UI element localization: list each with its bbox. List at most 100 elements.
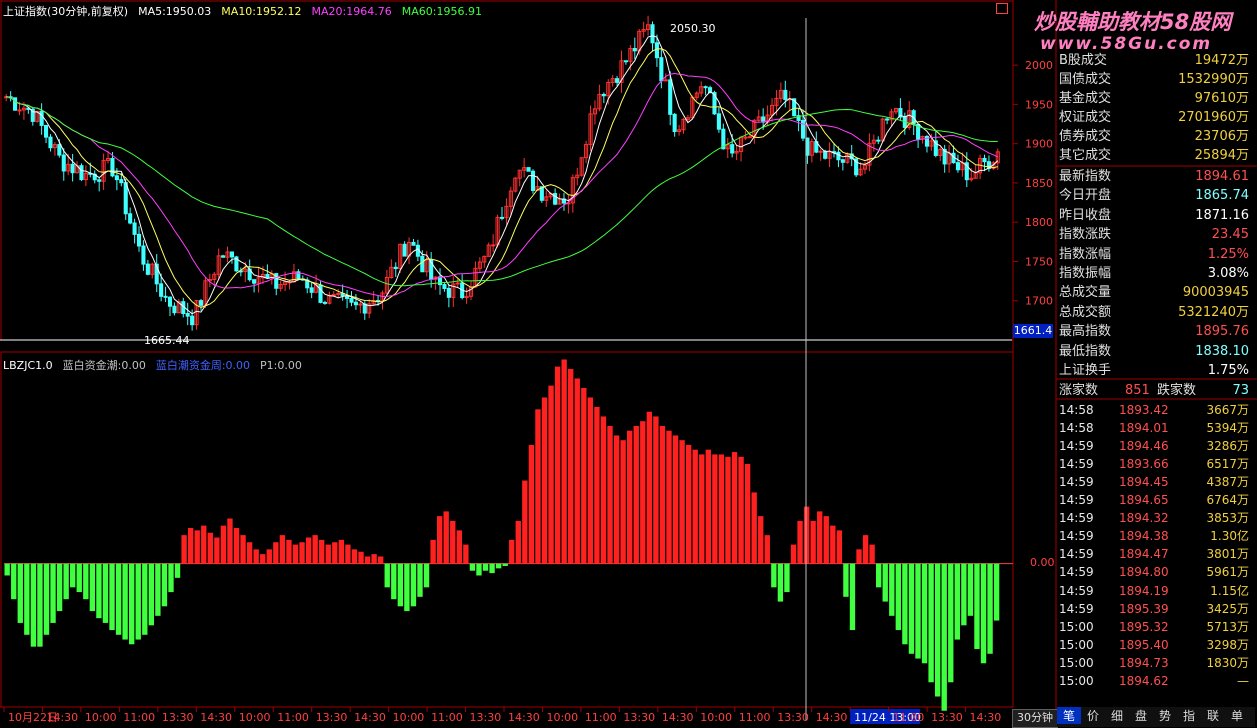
inflow-bar	[345, 544, 351, 564]
tick-volume: 5713万	[1206, 619, 1249, 634]
index-stat-row: 最低指数 1838.10	[1057, 342, 1255, 361]
tick-volume: 6517万	[1206, 457, 1249, 472]
tick-price: 1894.01	[1119, 421, 1169, 436]
tick-time: 14:59	[1059, 583, 1094, 598]
outflow-bar	[83, 563, 89, 600]
inflow-bar	[436, 516, 443, 564]
tick-price: 1894.73	[1119, 655, 1169, 670]
inflow-bar	[738, 456, 744, 564]
outflow-bar	[954, 563, 960, 640]
inflow-bar	[764, 535, 770, 564]
candle-body	[114, 175, 119, 181]
bottom-tab[interactable]: 价	[1081, 707, 1105, 724]
index-stat-value: 1838.10	[1195, 343, 1249, 359]
inflow-bar	[260, 554, 266, 564]
inflow-bar	[273, 542, 279, 564]
index-stat-label: 总成交量	[1059, 285, 1112, 301]
index-stat-row: 今日开盘 1865.74	[1057, 186, 1255, 205]
outflow-bar	[56, 563, 63, 612]
outflow-bar	[771, 563, 777, 588]
tick-volume: 3425万	[1206, 601, 1249, 616]
bottom-tab[interactable]: 笔	[1057, 707, 1081, 724]
tick-time: 14:59	[1059, 511, 1094, 526]
volume-row: B股成交 19472万	[1057, 51, 1255, 70]
candle-body	[221, 255, 226, 258]
inflow-bar	[587, 397, 594, 564]
inflow-bar	[522, 480, 528, 564]
outflow-bar	[921, 563, 928, 664]
inflow-bar	[292, 544, 299, 564]
tick-row: 15:00 1895.40 3298万	[1057, 636, 1255, 654]
outflow-bar	[941, 563, 947, 711]
bottom-tab[interactable]: 细	[1105, 707, 1129, 724]
outflow-bar	[915, 563, 921, 659]
tick-volume: 3853万	[1206, 511, 1249, 526]
volume-row-value: 97610万	[1194, 91, 1249, 106]
outflow-bar	[50, 563, 56, 623]
tick-row: 14:58 1893.42 3667万	[1057, 401, 1255, 419]
inflow-bar	[528, 444, 535, 564]
candle-body	[663, 79, 668, 82]
candle-body	[730, 144, 735, 154]
bottom-tab[interactable]: 联	[1201, 707, 1225, 724]
blue-wave-label: 蓝白潮资金周:0.00	[155, 359, 251, 372]
outflow-bar	[76, 563, 82, 593]
candle-body	[79, 165, 84, 181]
bottom-tab[interactable]: 盘	[1129, 707, 1153, 724]
outflow-bar	[384, 563, 390, 588]
index-stat-row: 总成交额 5321240万	[1057, 303, 1255, 322]
inflow-bar	[207, 532, 213, 564]
window-icon[interactable]	[996, 3, 1008, 14]
index-stat-row: 指数涨幅 1.25%	[1057, 245, 1255, 264]
inflow-bar	[286, 539, 292, 564]
candle-body	[442, 284, 447, 289]
outflow-bar	[30, 563, 37, 647]
y-tick-label: 1750	[1025, 255, 1053, 268]
index-stat-value: 90003945	[1182, 285, 1249, 301]
inflow-bar	[817, 511, 823, 564]
inflow-bar	[685, 444, 692, 564]
tick-price: 1894.47	[1119, 547, 1169, 562]
candle-body	[402, 243, 407, 257]
outflow-bar	[934, 563, 941, 697]
tick-time: 14:59	[1059, 475, 1094, 490]
bottom-tab[interactable]: 指	[1177, 707, 1201, 724]
candle-body	[601, 93, 606, 97]
outflow-bar	[4, 563, 10, 576]
down-count-label: 跌家数	[1157, 383, 1197, 398]
y-tick-label: 1850	[1025, 177, 1053, 190]
tick-row: 14:59 1894.65 6764万	[1057, 491, 1255, 509]
bottom-tab[interactable]: 单	[1225, 707, 1249, 724]
inflow-bar	[797, 520, 803, 564]
tick-price: 1894.19	[1119, 583, 1169, 598]
candle-body	[349, 297, 354, 303]
candle-body	[97, 179, 102, 182]
current-price-box: 1661.4	[1013, 324, 1053, 338]
candle-body	[172, 305, 177, 314]
tick-price: 1894.46	[1119, 439, 1169, 454]
x-tick-label: 11:00	[739, 711, 771, 724]
tick-row: 15:00 1894.73 1830万	[1057, 654, 1255, 672]
inflow-bar	[679, 440, 685, 564]
timeframe-tab[interactable]: 30分钟	[1012, 709, 1058, 728]
candle-body	[110, 157, 115, 177]
candle-body	[123, 182, 128, 215]
outflow-bar	[948, 563, 954, 683]
inflow-bar	[718, 454, 725, 564]
candle-body	[322, 301, 327, 304]
inflow-bar	[862, 535, 869, 564]
inflow-bar	[705, 449, 711, 564]
index-stat-value: 23.45	[1211, 227, 1249, 243]
bottom-tab[interactable]: 势	[1153, 707, 1177, 724]
candle-body	[659, 57, 664, 82]
outflow-bar	[476, 563, 482, 576]
candle-body	[446, 287, 451, 298]
inflow-bar	[443, 511, 449, 564]
candle-body	[530, 170, 536, 191]
candle-body	[632, 47, 637, 52]
index-stat-row: 指数涨跌 23.45	[1057, 225, 1255, 244]
outflow-bar	[17, 563, 23, 623]
outflow-bar	[109, 563, 115, 631]
outflow-bar	[397, 563, 404, 607]
x-tick-label: 14:30	[970, 711, 1002, 724]
